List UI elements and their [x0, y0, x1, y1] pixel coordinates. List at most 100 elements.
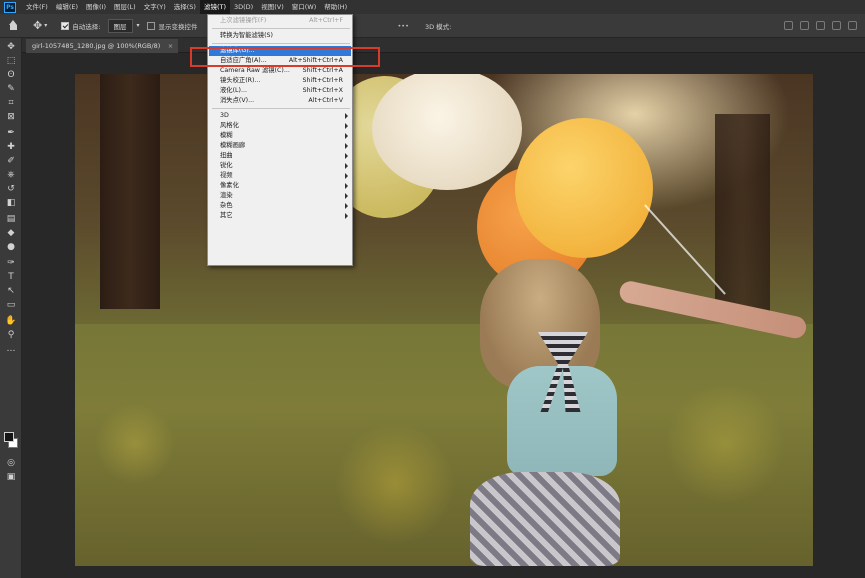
auto-select-value: 图层 [108, 18, 134, 33]
close-tab-icon[interactable]: × [168, 39, 173, 53]
filter-menu-item[interactable]: 像素化 [209, 181, 351, 191]
dodge-icon[interactable]: ● [5, 242, 17, 252]
filter-menu-item[interactable]: Camera Raw 滤镜(C)... Shift+Ctrl+A [209, 66, 351, 76]
balloon-string [644, 204, 726, 295]
filter-menu-item[interactable]: 模糊 [209, 131, 351, 141]
move-icon[interactable]: ✥ [5, 42, 17, 52]
filter-menu-item-shortcut: Shift+Ctrl+R [302, 77, 343, 84]
menu-filter[interactable]: 滤镜(T) [199, 0, 230, 14]
canvas-photo[interactable] [75, 74, 813, 566]
filter-menu-item-label: 镜头校正(R)... [220, 77, 261, 84]
filter-menu-item[interactable]: 锐化 [209, 161, 351, 171]
tools-panel: ✥ ⬚ ʘ ✎ ⌗ ⊠ ✒ ✚ ✐ ⎈ ↺ ◧ ▤ ◆ ● ✑ T ↖ ▭ ✋ ⚲ … ◎ ▣ [0, 38, 22, 578]
menu-bar: Ps 文件(F) 编辑(E) 图像(I) 图层(L) 文字(Y) 选择(S) 滤镜(T) 3D… [0, 0, 865, 14]
menu-separator [212, 108, 350, 109]
clone-stamp-icon[interactable]: ⎈ [5, 170, 17, 180]
healing-icon[interactable]: ✚ [5, 142, 17, 152]
menu-type[interactable]: 文字(Y) [140, 0, 170, 14]
submenu-arrow-icon [345, 133, 348, 139]
lasso-icon[interactable]: ʘ [5, 70, 17, 80]
filter-menu-item[interactable]: 3D [209, 111, 351, 121]
auto-select-checkbox[interactable]: 自动选择: [61, 21, 100, 31]
3d-mode-buttons [784, 21, 857, 30]
home-icon [8, 20, 19, 31]
brush-icon[interactable]: ✐ [5, 156, 17, 166]
menu-file[interactable]: 文件(F) [22, 0, 52, 14]
filter-menu-item[interactable]: 其它 [209, 211, 351, 221]
menu-edit[interactable]: 编辑(E) [52, 0, 82, 14]
3d-pan-icon[interactable] [816, 21, 825, 30]
history-brush-icon[interactable]: ↺ [5, 184, 17, 194]
gradient-icon[interactable]: ▤ [5, 214, 17, 224]
filter-menu-item[interactable]: 消失点(V)... Alt+Ctrl+V [209, 96, 351, 106]
path-select-icon[interactable]: ↖ [5, 286, 17, 296]
quick-select-icon[interactable]: ✎ [5, 84, 17, 94]
eraser-icon[interactable]: ◧ [5, 198, 17, 208]
more-tools-icon[interactable]: … [5, 344, 17, 354]
hand-icon[interactable]: ✋ [5, 316, 17, 326]
align-options[interactable]: ••• [397, 22, 409, 30]
menu-3d[interactable]: 3D(D) [230, 0, 257, 14]
marquee-icon[interactable]: ⬚ [5, 56, 17, 66]
girl-skirt [470, 472, 620, 566]
filter-menu-item[interactable]: 镜头校正(R)... Shift+Ctrl+R [209, 76, 351, 86]
submenu-arrow-icon [345, 173, 348, 179]
quick-mask-icon[interactable]: ◎ [5, 458, 17, 468]
filter-menu-item-label: 扭曲 [220, 152, 233, 159]
photoshop-logo[interactable]: Ps [4, 1, 16, 13]
rectangle-icon[interactable]: ▭ [5, 300, 17, 310]
menu-image[interactable]: 图像(I) [82, 0, 110, 14]
mode-3d-label: 3D 模式: [424, 22, 452, 31]
pen-icon[interactable]: ✑ [5, 258, 17, 268]
filter-menu-item[interactable]: 转换为智能滤镜(S) [209, 31, 351, 41]
filter-menu-item[interactable]: 风格化 [209, 121, 351, 131]
submenu-arrow-icon [345, 163, 348, 169]
move-icon: ✥ [33, 19, 43, 32]
menu-view[interactable]: 视图(V) [257, 0, 288, 14]
3d-roll-icon[interactable] [800, 21, 809, 30]
zoom-icon[interactable]: ⚲ [5, 330, 17, 340]
menu-window[interactable]: 窗口(W) [288, 0, 321, 14]
menu-layer[interactable]: 图层(L) [110, 0, 140, 14]
filter-menu-item[interactable]: 液化(L)... Shift+Ctrl+X [209, 86, 351, 96]
screen-mode-icon[interactable]: ▣ [5, 472, 17, 482]
menu-help[interactable]: 帮助(H) [320, 0, 351, 14]
type-icon[interactable]: T [5, 272, 17, 282]
submenu-arrow-icon [345, 113, 348, 119]
submenu-arrow-icon [345, 203, 348, 209]
submenu-arrow-icon [345, 193, 348, 199]
filter-menu-item-label: 转换为智能滤镜(S) [220, 32, 273, 39]
filter-menu-item-label: 消失点(V)... [220, 97, 255, 104]
filter-menu-item-shortcut: Alt+Ctrl+F [309, 17, 343, 24]
document-tab-bar: girl-1057485_1280.jpg @ 100%(RGB/8) × [22, 38, 865, 53]
home-button[interactable] [8, 20, 19, 31]
filter-menu-item-shortcut: Alt+Ctrl+V [308, 97, 343, 104]
show-transform-checkbox[interactable]: 显示变换控件 [147, 21, 197, 31]
filter-menu-item-label: 3D [220, 112, 229, 119]
3d-rotate-icon[interactable] [784, 21, 793, 30]
3d-slide-icon[interactable] [832, 21, 841, 30]
balloon-yellow [515, 118, 653, 258]
filter-menu-item[interactable]: 杂色 [209, 201, 351, 211]
filter-menu-item[interactable]: 扭曲 [209, 151, 351, 161]
filter-menu-item-label: 其它 [220, 212, 233, 219]
document-tab[interactable]: girl-1057485_1280.jpg @ 100%(RGB/8) × [26, 39, 179, 53]
filter-menu-item[interactable]: 渲染 [209, 191, 351, 201]
menu-select[interactable]: 选择(S) [170, 0, 200, 14]
blur-icon[interactable]: ◆ [5, 228, 17, 238]
filter-menu-item[interactable]: 视频 [209, 171, 351, 181]
auto-select-label: 自动选择: [72, 22, 101, 31]
document-tab-title: girl-1057485_1280.jpg @ 100%(RGB/8) [32, 42, 161, 50]
show-transform-check-icon [147, 21, 156, 30]
auto-select-dropdown[interactable]: 图层 ▾ [108, 18, 139, 33]
filter-menu-item[interactable]: 模糊画廊 [209, 141, 351, 151]
filter-menu-item-label: 上次滤镜操作(F) [220, 17, 267, 24]
frame-icon[interactable]: ⊠ [5, 112, 17, 122]
eyedropper-icon[interactable]: ✒ [5, 128, 17, 138]
crop-icon[interactable]: ⌗ [5, 98, 17, 108]
move-tool-button[interactable]: ✥ ▾ [33, 19, 47, 32]
foreground-color-swatch[interactable] [4, 432, 14, 442]
foreground-background-colors[interactable] [4, 432, 18, 448]
filter-menu-item-label: 杂色 [220, 202, 233, 209]
3d-scale-icon[interactable] [848, 21, 857, 30]
